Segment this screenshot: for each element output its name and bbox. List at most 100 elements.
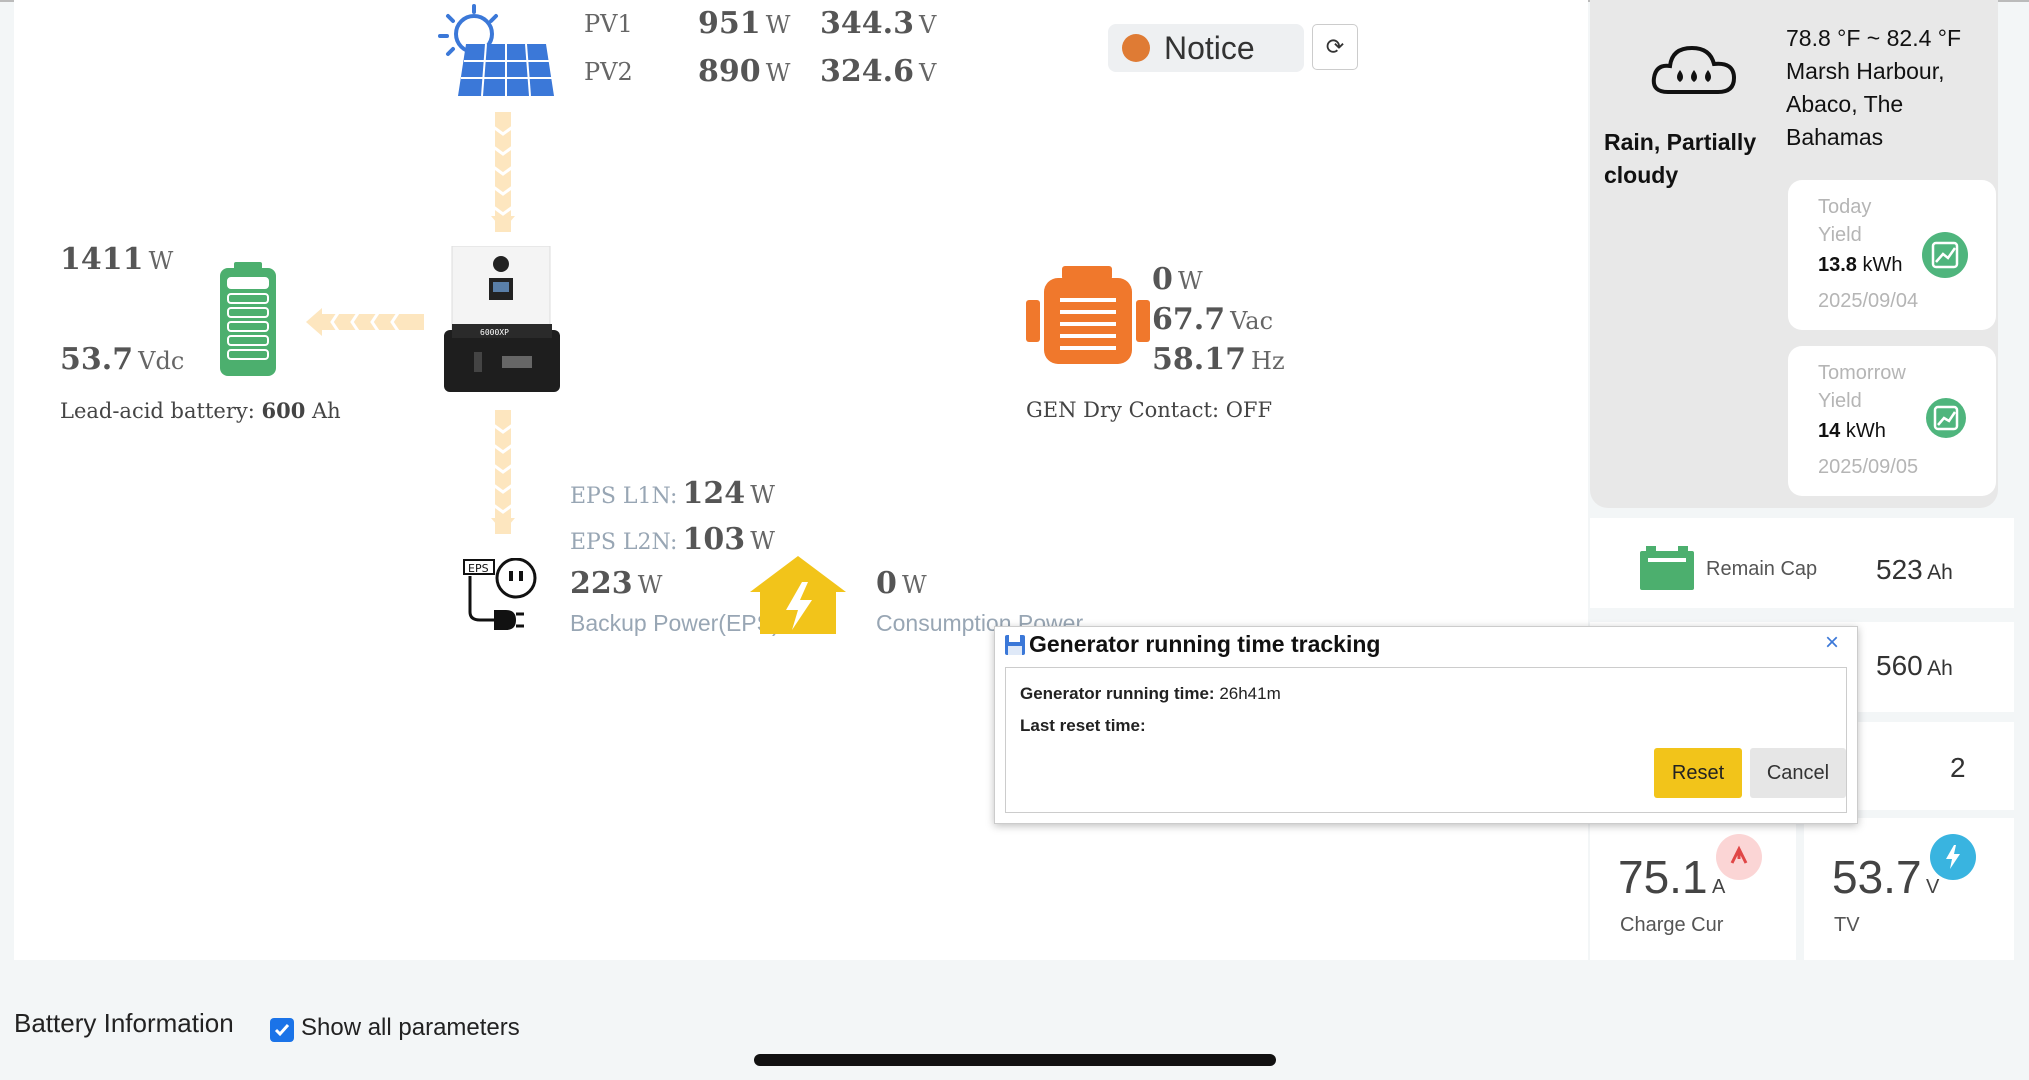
tomorrow-yield-value: 14	[1818, 420, 1841, 442]
house-icon	[748, 554, 848, 634]
pv2-voltage: 324.6 V	[820, 54, 936, 89]
tv-value: 53.7	[1832, 851, 1922, 903]
charge-cur-card: 75.1 A Charge Cur	[1590, 818, 1796, 960]
tomorrow-yield-label1: Tomorrow	[1818, 362, 1906, 384]
eps-l2: EPS L2N: 103 W	[570, 522, 775, 557]
tomorrow-yield-date: 2025/09/05	[1818, 456, 1919, 478]
today-yield-unit: kWh	[1862, 254, 1903, 276]
consumption-power: 0 W	[876, 566, 927, 601]
charge-cur-value-wrap: 75.1 A	[1618, 850, 1725, 904]
weather-location-line1: Marsh Harbour,	[1786, 58, 1945, 84]
tomorrow-yield-card: Tomorrow Yield 14 kWh 2025/09/05	[1788, 346, 1996, 496]
dialog-close-button[interactable]: ×	[1825, 629, 1839, 657]
notice-label: Notice	[1164, 29, 1255, 66]
pv1-row: PV1	[584, 10, 633, 38]
battery-icon	[218, 262, 278, 376]
battery-capacity-unit: Ah	[312, 399, 341, 423]
battery-box-icon	[1640, 546, 1694, 590]
running-time-row: Generator running time: 26h41m	[1020, 684, 1281, 704]
inverter-icon	[444, 245, 560, 392]
eps-flow-arrow	[488, 410, 518, 534]
battery-type: Lead-acid battery: 600 Ah	[60, 398, 341, 423]
rain-cloud-icon	[1650, 40, 1738, 98]
tomorrow-trend-icon	[1926, 398, 1966, 438]
dialog-header: Generator running time tracking ×	[995, 627, 1857, 667]
eps-icon-text: EPS	[468, 562, 489, 575]
remain-cap-value: 523	[1876, 554, 1923, 585]
generator-power-unit: W	[1177, 267, 1203, 295]
weather-condition-line1: Rain, Partially	[1604, 129, 1757, 155]
pv2-power: 890 W	[698, 54, 790, 89]
today-yield-date: 2025/09/04	[1818, 290, 1919, 312]
today-yield-label1: Today	[1818, 196, 1872, 218]
pv1-power-unit: W	[765, 11, 791, 39]
capacity-value-wrap: 560 Ah	[1876, 650, 1953, 682]
tv-label: TV	[1834, 914, 1860, 936]
pv1-power-value: 951	[698, 6, 761, 41]
show-all-label[interactable]: Show all parameters	[301, 1014, 520, 1042]
weather-temp-range: 78.8 °F ~ 82.4 °F	[1786, 25, 1962, 51]
pv-flow-arrow	[488, 112, 518, 232]
solar-panel-icon	[438, 4, 558, 97]
pv2-voltage-value: 324.6	[820, 54, 914, 89]
pv1-power: 951 W	[698, 6, 790, 41]
battery-voltage: 53.7 Vdc	[60, 342, 184, 377]
running-time-value: 26h41m	[1219, 684, 1281, 703]
battery-voltage-value: 53.7	[60, 342, 134, 377]
eps-plug-icon: EPS	[460, 557, 540, 634]
cancel-button[interactable]: Cancel	[1750, 748, 1846, 798]
today-yield-value-wrap: 13.8 kWh	[1818, 254, 1903, 277]
notice-status-dot	[1122, 34, 1150, 62]
tv-card: 53.7 V TV	[1804, 818, 2014, 960]
tomorrow-yield-label2: Yield	[1818, 390, 1862, 412]
remain-cap-card: Remain Cap 523 Ah	[1590, 518, 2014, 608]
tv-unit: V	[1925, 876, 1940, 898]
battery-info-title: Battery Information	[14, 1008, 234, 1038]
battery-capacity-value: 600	[261, 398, 306, 423]
generator-frequency-value: 58.17	[1152, 342, 1246, 377]
today-yield-card: Today Yield 13.8 kWh 2025/09/04	[1788, 180, 1996, 330]
capacity-value: 560	[1876, 650, 1923, 681]
checkmark-icon	[274, 1024, 290, 1037]
eps-l1-value: 124	[682, 476, 746, 511]
last-reset-label: Last reset time:	[1020, 716, 1146, 735]
eps-total-value: 223	[570, 566, 633, 601]
tomorrow-yield-value-wrap: 14 kWh	[1818, 420, 1886, 443]
generator-frequency-unit: Hz	[1251, 347, 1285, 375]
floppy-disk-icon	[1005, 635, 1025, 655]
pv1-label: PV1	[584, 10, 633, 38]
battery-power: 1411 W	[60, 242, 173, 277]
tv-value-wrap: 53.7 V	[1832, 850, 1939, 904]
generator-frequency: 58.17 Hz	[1152, 342, 1285, 377]
notice-badge[interactable]: Notice	[1108, 24, 1304, 72]
generator-icon	[1026, 266, 1150, 370]
remain-cap-value-wrap: 523 Ah	[1876, 554, 1953, 586]
refresh-icon: ⟳	[1325, 34, 1345, 60]
generator-power-value: 0	[1152, 262, 1173, 297]
count-value: 2	[1950, 752, 1966, 783]
pv2-power-value: 890	[698, 54, 761, 89]
pv2-voltage-unit: V	[919, 59, 937, 87]
show-all-checkbox[interactable]	[270, 1018, 294, 1042]
pv2-row: PV2	[584, 58, 633, 86]
consumption-unit: W	[901, 571, 927, 599]
pv1-voltage-unit: V	[919, 11, 937, 39]
eps-l1: EPS L1N: 124 W	[570, 476, 775, 511]
tomorrow-yield-unit: kWh	[1845, 420, 1886, 442]
weather-panel: Rain, Partially cloudy 78.8 °F ~ 82.4 °F…	[1590, 0, 1998, 508]
generator-voltage-unit: Vac	[1230, 307, 1274, 335]
running-time-label: Generator running time:	[1020, 684, 1215, 703]
voltage-bolt-icon	[1930, 834, 1976, 880]
gen-dry-contact: GEN Dry Contact: OFF	[1026, 398, 1273, 422]
today-yield-label2: Yield	[1818, 224, 1862, 246]
generator-voltage: 67.7 Vac	[1152, 302, 1273, 337]
pv1-voltage: 344.3 V	[820, 6, 936, 41]
weather-location: 78.8 °F ~ 82.4 °F Marsh Harbour, Abaco, …	[1786, 22, 1961, 154]
refresh-button[interactable]: ⟳	[1312, 24, 1358, 70]
pv2-power-unit: W	[765, 59, 791, 87]
weather-condition-line2: cloudy	[1604, 162, 1679, 188]
eps-l1-unit: W	[750, 481, 775, 509]
eps-l2-unit: W	[750, 527, 775, 555]
reset-button[interactable]: Reset	[1654, 748, 1742, 798]
consumption-value: 0	[876, 566, 897, 601]
